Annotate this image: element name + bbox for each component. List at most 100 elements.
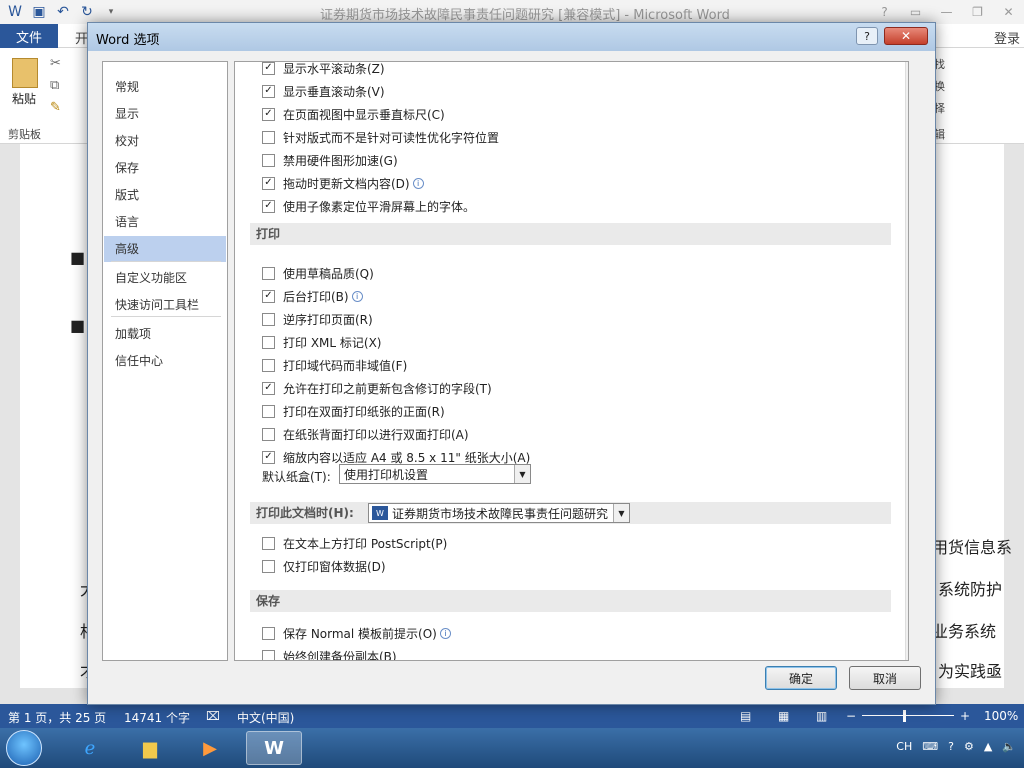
options-vscrollbar[interactable]: ▲ ▼ [905,62,909,660]
format-painter-icon[interactable]: ✎ [50,100,61,115]
nav-item-8[interactable]: 快速访问工具栏 [104,292,226,318]
save-icon[interactable]: ▣ [30,3,48,21]
login-link[interactable]: 登录 [994,28,1020,47]
cancel-button[interactable]: 取消 [849,666,921,690]
close-icon[interactable]: ✕ [993,0,1024,24]
option-checkbox[interactable] [262,130,275,144]
print-layout-icon[interactable]: ▦ [778,709,789,723]
ribbon-display-icon[interactable]: ▭ [900,0,931,24]
info-icon[interactable]: i [351,290,363,302]
help-tray-icon[interactable]: ? [948,740,954,753]
ok-button[interactable]: 确定 [765,666,837,690]
customize-qat-icon[interactable]: ▾ [102,3,120,21]
dialog-title-bar[interactable]: Word 选项 ? ✕ [88,23,935,51]
word-taskbar-icon[interactable]: W [246,731,302,765]
option-row[interactable]: 在纸张背面打印以进行双面打印(A) [262,425,469,443]
copy-icon[interactable]: ⧉ [50,78,59,93]
option-row[interactable]: 始终创建备份副本(B) [262,647,397,660]
zoom-out-icon[interactable]: − [846,709,856,723]
option-row[interactable]: ✓ 使用子像素定位平滑屏幕上的字体。 [262,197,475,215]
options-scroll-area[interactable]: ✓ 显示水平滚动条(Z) ✓ 显示垂直滚动条(V) ✓ 在页面视图中显示垂直标尺(C) 针对… [235,62,908,660]
language-indicator[interactable]: 中文(中国) [237,709,294,726]
option-checkbox[interactable] [262,153,275,167]
paper-tray-select[interactable]: 使用打印机设置 ▼ [339,464,531,484]
option-row[interactable]: 禁用硬件图形加速(G) [262,151,398,169]
explorer-icon[interactable]: ▆ [122,731,178,765]
option-row[interactable]: 逆序打印页面(R) [262,310,373,328]
option-checkbox[interactable]: ✓ [262,289,275,303]
word-count[interactable]: 14741 个字 [124,709,190,726]
nav-item-4[interactable]: 版式 [104,182,226,208]
nav-item-5[interactable]: 语言 [104,209,226,235]
show-hidden-icons[interactable]: ▲ [984,740,992,753]
option-checkbox[interactable] [262,404,275,418]
option-row[interactable]: ✓ 拖动时更新文档内容(D) i [262,174,424,192]
option-checkbox[interactable]: ✓ [262,450,275,464]
keyboard-icon[interactable]: ⌨ [922,740,938,753]
nav-item-2[interactable]: 校对 [104,128,226,154]
option-row[interactable]: 仅打印窗体数据(D) [262,557,386,575]
nav-item-10[interactable]: 信任中心 [104,348,226,374]
ie-icon[interactable]: ℯ [62,731,118,765]
input-language[interactable]: CH [896,740,912,753]
option-checkbox[interactable]: ✓ [262,84,275,98]
dialog-help-button[interactable]: ? [856,27,878,45]
option-row[interactable]: 在文本上方打印 PostScript(P) [262,534,447,552]
nav-item-7[interactable]: 自定义功能区 [104,265,226,291]
option-row[interactable]: 打印域代码而非域值(F) [262,356,407,374]
option-checkbox[interactable] [262,626,275,640]
undo-icon[interactable]: ↶ [54,3,72,21]
zoom-in-icon[interactable]: + [960,709,970,723]
chevron-down-icon[interactable]: ▼ [514,465,530,483]
option-row[interactable]: 针对版式而不是针对可读性优化字符位置 [262,128,499,146]
option-checkbox[interactable] [262,427,275,441]
paste-icon[interactable] [12,58,38,88]
option-checkbox[interactable]: ✓ [262,176,275,190]
option-checkbox[interactable]: ✓ [262,381,275,395]
option-row[interactable]: ✓ 后台打印(B) i [262,287,363,305]
restore-icon[interactable]: ❐ [962,0,993,24]
scroll-thumb[interactable] [908,295,909,367]
option-checkbox[interactable] [262,649,275,660]
volume-icon[interactable]: 🔈 [1002,740,1016,753]
option-checkbox[interactable] [262,559,275,573]
scroll-down-icon[interactable]: ▼ [906,643,908,659]
nav-item-0[interactable]: 常规 [104,74,226,100]
option-row[interactable]: ✓ 显示水平滚动条(Z) [262,62,385,77]
page-count[interactable]: 第 1 页，共 25 页 [8,709,106,726]
nav-item-3[interactable]: 保存 [104,155,226,181]
zoom-level[interactable]: 100% [984,709,1018,723]
nav-item-9[interactable]: 加载项 [104,321,226,347]
cut-icon[interactable]: ✂ [50,56,61,71]
zoom-slider-thumb[interactable] [903,710,906,722]
option-row[interactable]: ✓ 在页面视图中显示垂直标尺(C) [262,105,445,123]
nav-item-6[interactable]: 高级 [104,236,226,262]
dialog-close-button[interactable]: ✕ [884,27,928,45]
minimize-icon[interactable]: — [931,0,962,24]
option-checkbox[interactable] [262,335,275,349]
read-mode-icon[interactable]: ▤ [740,709,751,723]
option-checkbox[interactable] [262,266,275,280]
option-checkbox[interactable]: ✓ [262,107,275,121]
print-document-select[interactable]: W 证券期货市场技术故障民事责任问题研究 ▼ [368,503,630,523]
option-checkbox[interactable]: ✓ [262,199,275,213]
chevron-down-icon[interactable]: ▼ [613,504,629,522]
option-checkbox[interactable] [262,312,275,326]
option-checkbox[interactable]: ✓ [262,62,275,75]
option-checkbox[interactable] [262,358,275,372]
option-row[interactable]: 打印在双面打印纸张的正面(R) [262,402,445,420]
tab-file[interactable]: 文件 [0,24,58,48]
paste-label[interactable]: 粘贴 [12,90,36,107]
option-row[interactable]: 使用草稿品质(Q) [262,264,374,282]
tray-settings-icon[interactable]: ⚙ [964,740,974,753]
option-row[interactable]: 保存 Normal 模板前提示(O) i [262,624,451,642]
nav-item-1[interactable]: 显示 [104,101,226,127]
info-icon[interactable]: i [439,627,451,639]
media-player-icon[interactable]: ▶ [182,731,238,765]
proofing-icon[interactable]: ⌧ [206,709,220,723]
option-row[interactable]: ✓ 允许在打印之前更新包含修订的字段(T) [262,379,492,397]
help-icon[interactable]: ? [869,0,900,24]
option-row[interactable]: ✓ 显示垂直滚动条(V) [262,82,385,100]
option-row[interactable]: 打印 XML 标记(X) [262,333,381,351]
scroll-up-icon[interactable]: ▲ [906,62,908,78]
